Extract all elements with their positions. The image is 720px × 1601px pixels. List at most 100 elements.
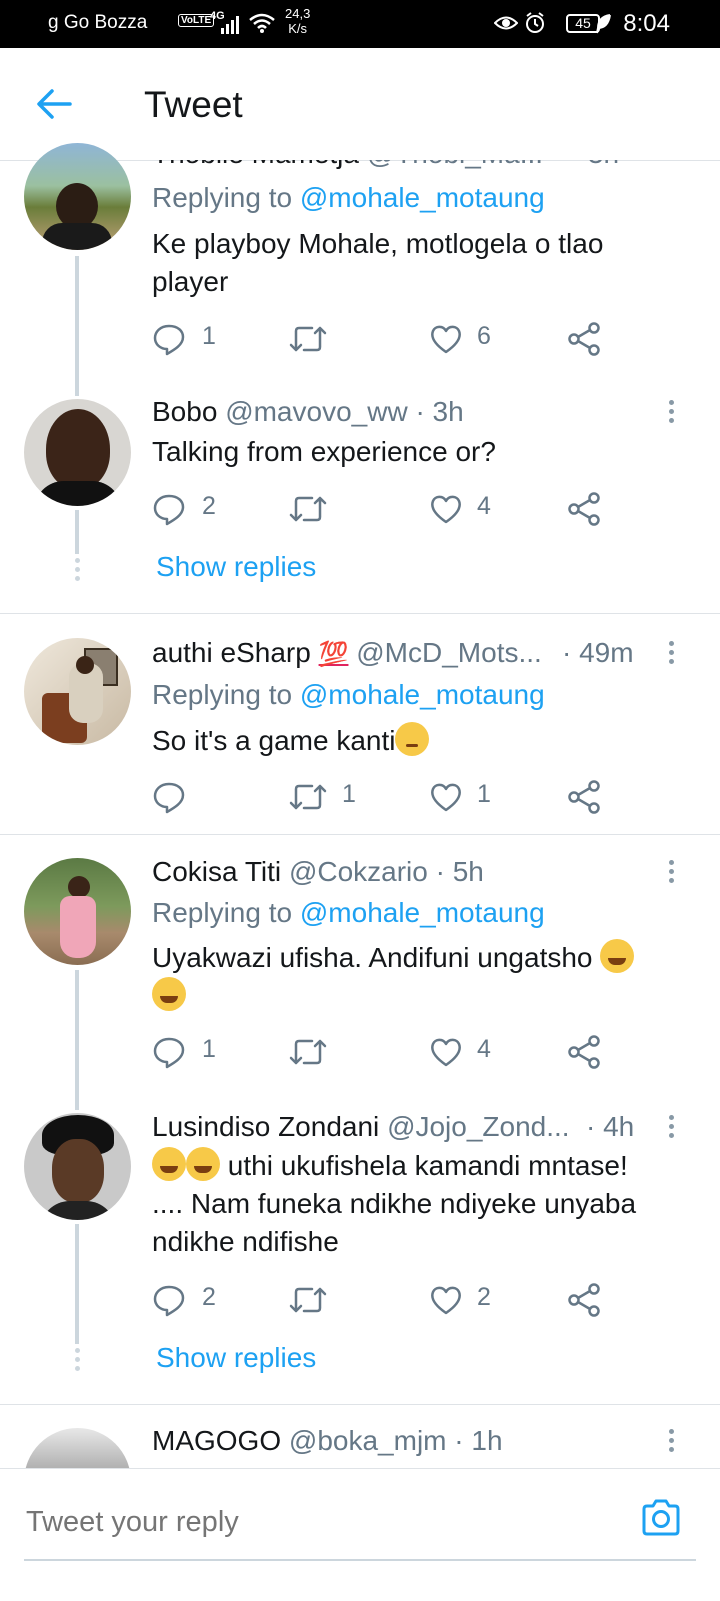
battery-icon: 45: [566, 14, 600, 33]
display-name[interactable]: Bobo: [152, 396, 217, 427]
status-bar: g Go Bozza VoLTE 4G 24,3 K/s 45 8:04: [0, 0, 720, 48]
tears-of-joy-emoji: [186, 1147, 220, 1181]
like-count: 1: [477, 780, 491, 808]
thread-line: [75, 256, 79, 396]
reply-icon: [153, 782, 185, 814]
user-handle: @mavovo_ww: [225, 396, 408, 427]
like-count: 4: [477, 1035, 491, 1063]
wifi-icon: [249, 13, 275, 33]
reply-input[interactable]: [24, 1505, 638, 1540]
tweet-time: · 1h: [454, 1425, 503, 1456]
more-options-icon[interactable]: [669, 400, 675, 427]
avatar[interactable]: [24, 638, 131, 745]
tweet-text: Uyakwazi ufisha. Andifuni ungatsho: [152, 939, 672, 1015]
name-line: authi eSharp 💯 @McD_Mots...: [152, 637, 542, 669]
arrow-left-icon[interactable]: [34, 84, 74, 124]
display-name[interactable]: MAGOGO: [152, 1425, 281, 1456]
page-title: Tweet: [144, 84, 243, 125]
avatar[interactable]: [24, 858, 131, 965]
replying-to: Replying to @mohale_motaung: [152, 897, 545, 928]
avatar[interactable]: [24, 1113, 131, 1220]
thread-line: [75, 1224, 79, 1344]
name-line: MAGOGO @boka_mjm · 1h: [152, 1425, 503, 1457]
replying-to: Replying to @mohale_motaung: [152, 182, 545, 213]
user-handle: @Cokzario: [288, 856, 428, 887]
more-options-icon[interactable]: [669, 1115, 675, 1142]
more-options-icon[interactable]: [669, 1429, 675, 1456]
heart-icon: [431, 1286, 461, 1315]
mention-link[interactable]: @mohale_motaung: [300, 679, 545, 710]
heart-icon: [431, 325, 461, 354]
tweet-time: · 49m: [562, 637, 634, 668]
more-options-icon[interactable]: [669, 860, 675, 887]
display-name[interactable]: Lusindiso Zondani: [152, 1111, 379, 1142]
name-line: Cokisa Titi @Cokzario · 5h: [152, 856, 484, 888]
tweet-time: · 4h: [586, 1111, 635, 1142]
tweet-text: So it's a game kanti: [152, 722, 692, 760]
divider: [0, 834, 720, 835]
thread-line: [75, 970, 79, 1110]
reply-icon: [153, 1285, 185, 1317]
user-handle: @Jojo_Zond...: [387, 1111, 570, 1142]
replying-to: Replying to @mohale_motaung: [152, 679, 545, 710]
share-icon: [568, 1035, 600, 1069]
mention-link[interactable]: @mohale_motaung: [300, 897, 545, 928]
like-count: 6: [477, 322, 491, 350]
volte-badge: VoLTE: [178, 14, 215, 27]
like-count: 2: [477, 1283, 491, 1311]
user-handle: @boka_mjm: [288, 1425, 447, 1456]
name-line: Bobo @mavovo_ww · 3h: [152, 396, 464, 428]
tweet-text: Ke playboy Mohale, motlogela o tlao play…: [152, 228, 604, 297]
app-header: Tweet: [0, 48, 720, 161]
more-options-icon[interactable]: [669, 641, 675, 668]
alarm-icon: [526, 12, 544, 33]
display-name[interactable]: Cokisa Titi: [152, 856, 281, 887]
retweet-icon: [289, 1287, 327, 1313]
retweet-icon: [289, 784, 327, 810]
network-speed: 24,3 K/s: [285, 6, 311, 36]
laughing-emoji: [152, 1147, 186, 1181]
share-icon: [568, 1283, 600, 1317]
eye-icon: [494, 16, 518, 30]
reply-icon: [153, 1037, 185, 1069]
divider: [0, 1404, 720, 1405]
share-icon: [568, 780, 600, 814]
carrier-label: g Go Bozza: [48, 12, 148, 33]
tweet-text: Talking from experience or?: [152, 436, 496, 467]
heart-icon: [431, 495, 461, 524]
reply-icon: [153, 494, 185, 526]
leaf-icon: [596, 14, 611, 34]
mention-link[interactable]: @mohale_motaung: [300, 182, 545, 213]
avatar[interactable]: [24, 1428, 131, 1468]
retweet-count: 1: [342, 780, 356, 808]
like-count: 4: [477, 492, 491, 520]
share-icon: [568, 322, 600, 356]
retweet-icon: [289, 1039, 327, 1065]
name-line: Lusindiso Zondani @Jojo_Zond...: [152, 1111, 570, 1143]
show-replies-link[interactable]: Show replies: [156, 551, 316, 583]
reply-composer: [0, 1468, 720, 1601]
thread-dots: [75, 1348, 80, 1375]
reply-count: 2: [202, 492, 216, 520]
divider: [0, 613, 720, 614]
share-icon: [568, 492, 600, 526]
signal-icon: [221, 16, 239, 34]
tweet-time: · 5h: [435, 856, 484, 887]
retweet-icon: [289, 496, 327, 522]
retweet-icon: [289, 326, 327, 352]
user-handle: @McD_Mots...: [356, 637, 542, 668]
camera-icon[interactable]: [640, 1497, 682, 1539]
reply-count: 2: [202, 1283, 216, 1311]
hundred-emoji: 💯: [318, 641, 349, 668]
tweet-text: uthi ukufishela kamandi mntase! .... Nam…: [152, 1147, 692, 1261]
thread-dots: [75, 558, 80, 585]
display-name[interactable]: authi eSharp: [152, 637, 311, 668]
clipped-name-line: Thobile Mametja @Thobi_Ma... · 3h: [0, 160, 720, 172]
avatar[interactable]: [24, 399, 131, 506]
input-underline: [24, 1559, 696, 1561]
thread-line: [75, 510, 79, 554]
tweet-time: · 3h: [415, 396, 464, 427]
reply-icon: [153, 324, 185, 356]
reply-count: 1: [202, 1035, 216, 1063]
show-replies-link[interactable]: Show replies: [156, 1342, 316, 1374]
